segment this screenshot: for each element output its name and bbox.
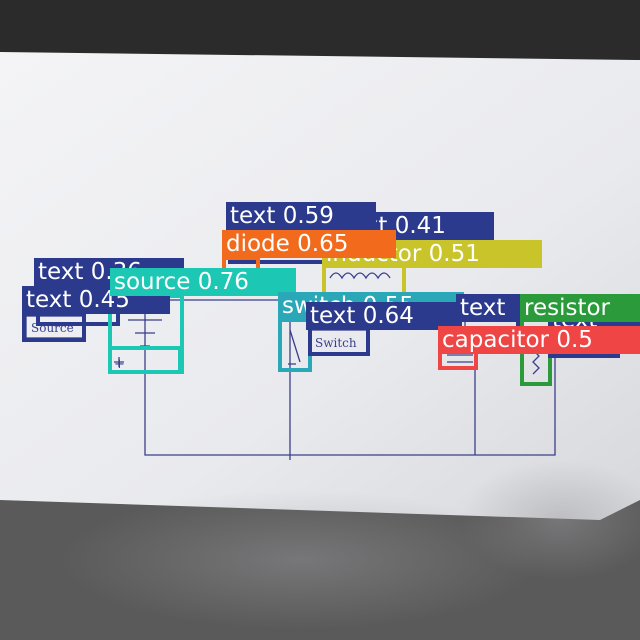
source-inner-box — [108, 346, 182, 374]
text-mid-label: text — [456, 294, 526, 322]
source-076-label: source 0.76 — [110, 268, 296, 296]
resistor-label: resistor — [520, 294, 640, 322]
diode-065-label: diode 0.65 — [222, 230, 396, 258]
text-064-box — [308, 326, 370, 356]
text-045-box — [22, 312, 86, 342]
capacitor-label: capacitor 0.5 — [438, 326, 640, 354]
text-059-label: text 0.59 — [226, 202, 376, 230]
